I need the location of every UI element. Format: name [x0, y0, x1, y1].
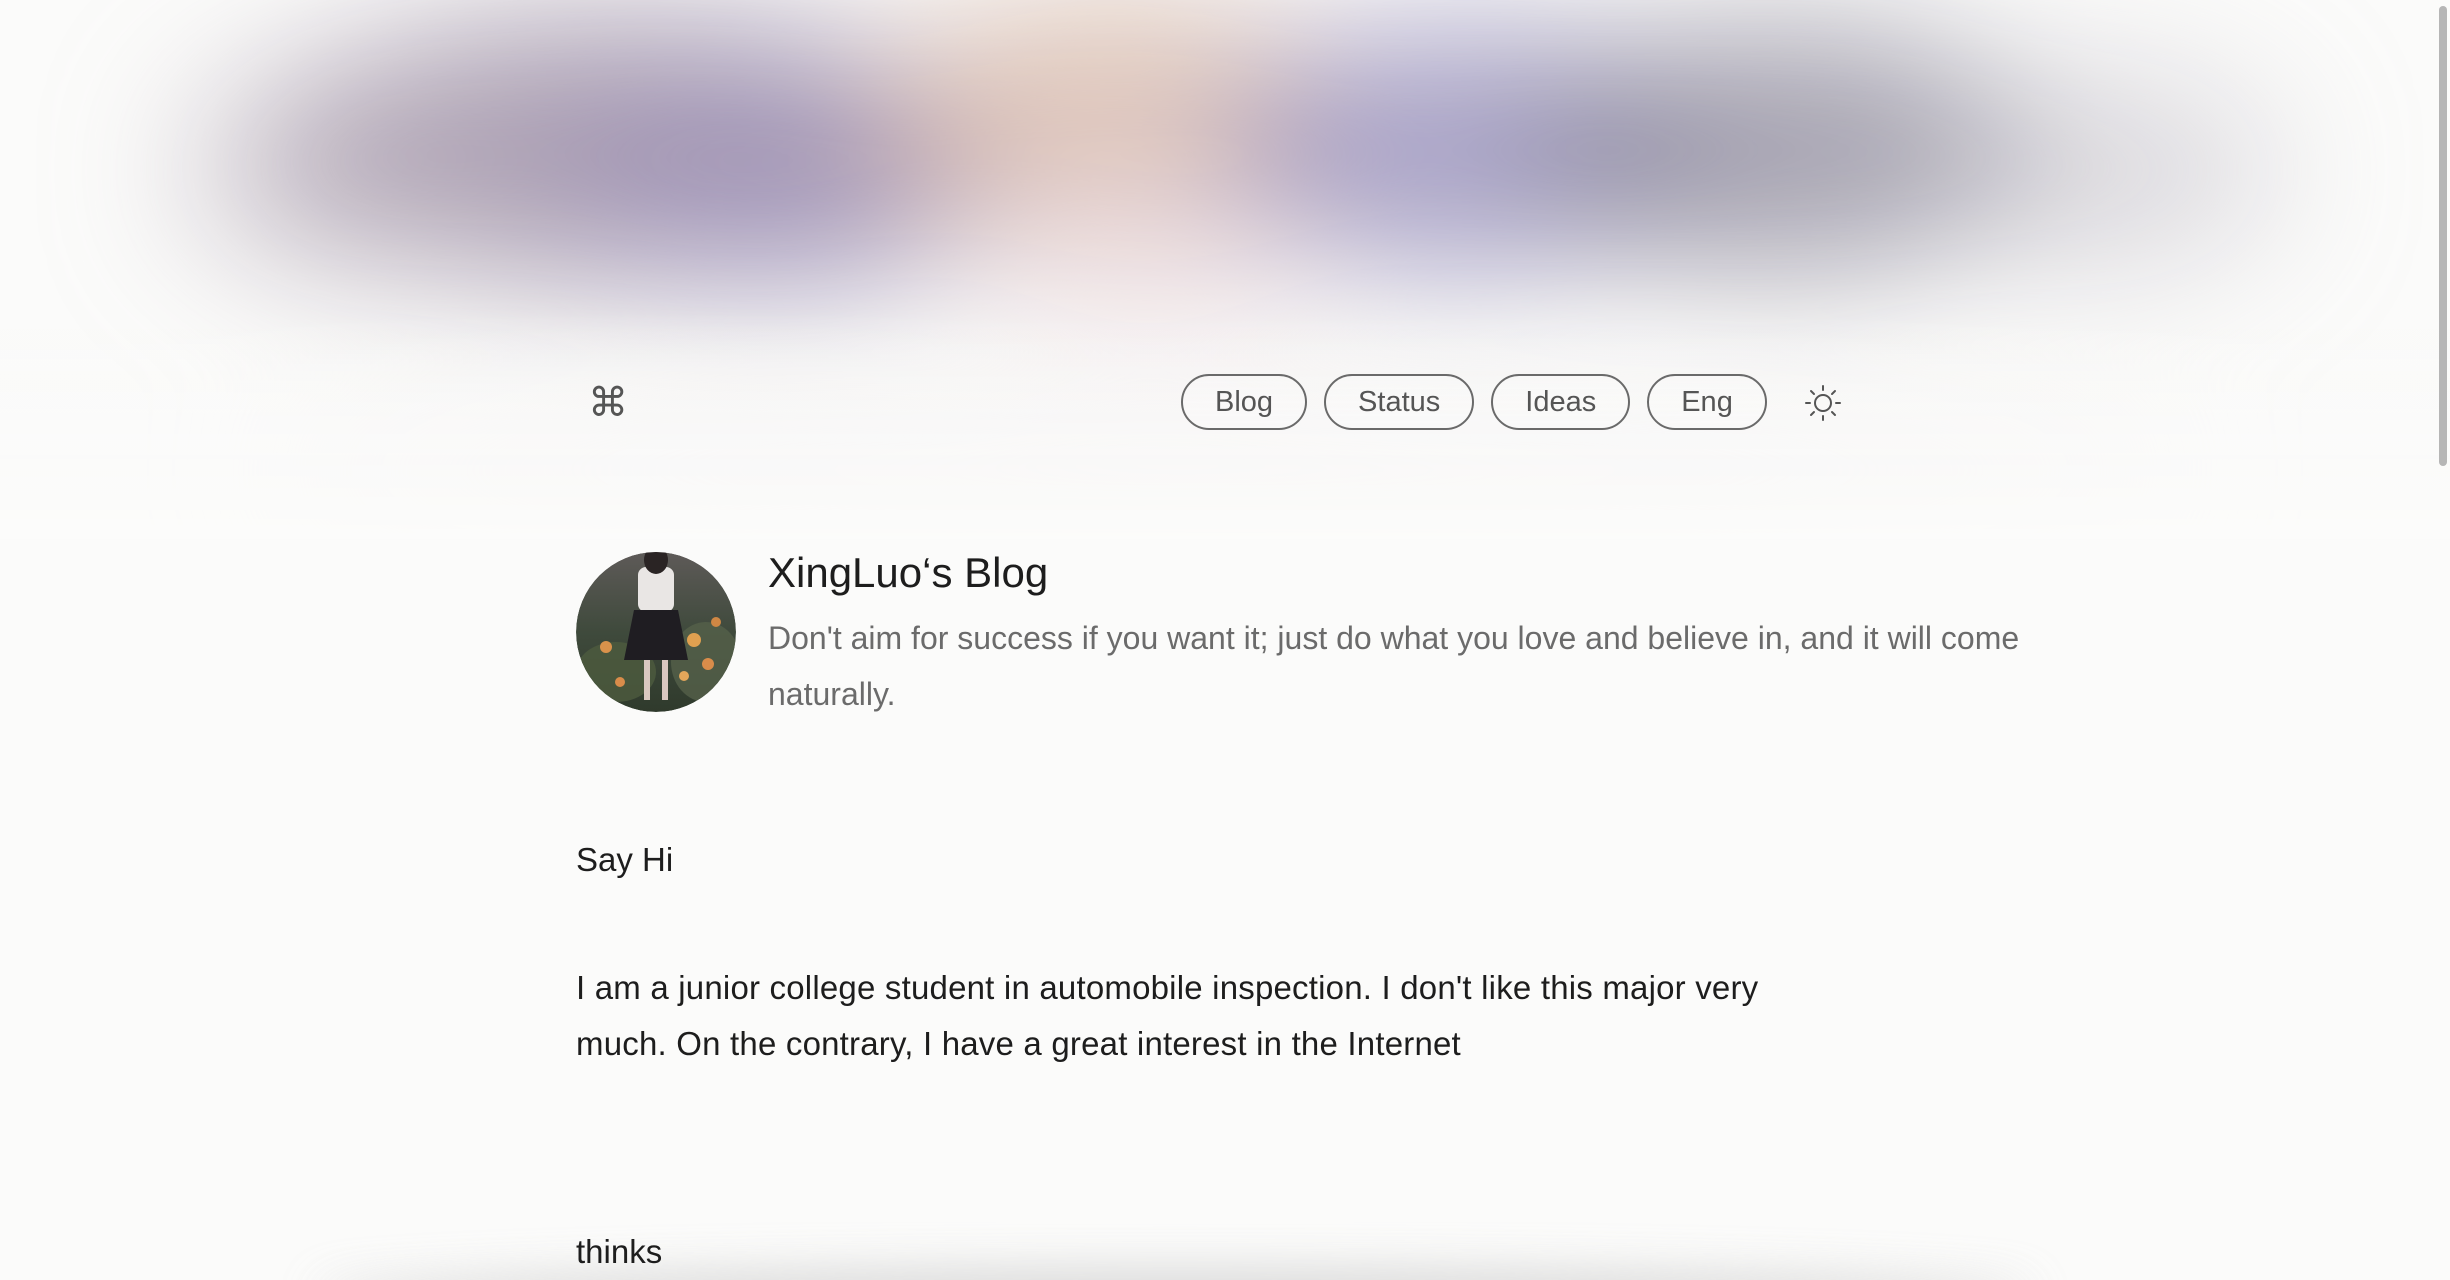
- bottom-fade-shadow: [450, 1268, 1900, 1280]
- nav-link-status[interactable]: Status: [1324, 374, 1475, 430]
- nav-links: Blog Status Ideas Eng: [1181, 374, 1767, 430]
- nav-link-ideas[interactable]: Ideas: [1491, 374, 1631, 430]
- nav-link-eng[interactable]: Eng: [1647, 374, 1767, 430]
- top-nav: ⌘ Blog Status Ideas Eng: [576, 374, 1852, 434]
- sun-icon[interactable]: [1802, 382, 1844, 424]
- intro-paragraph: I am a junior college student in automob…: [576, 969, 1759, 1062]
- thinks-heading: thinks: [576, 1233, 663, 1270]
- scrollbar-thumb[interactable]: [2439, 6, 2447, 466]
- nav-link-blog[interactable]: Blog: [1181, 374, 1308, 430]
- page: ⌘ Blog Status Ideas Eng XingLuo‘s Blog D…: [0, 0, 2450, 1280]
- blog-motto: Don't aim for success if you want it; ju…: [768, 620, 2020, 712]
- avatar: [576, 552, 736, 712]
- say-hi-heading: Say Hi: [576, 841, 674, 878]
- blog-title: XingLuo‘s Blog: [768, 549, 1049, 596]
- scrollbar[interactable]: [2434, 0, 2450, 1280]
- command-icon[interactable]: ⌘: [588, 378, 628, 428]
- hero-gradient-background: [0, 0, 2450, 560]
